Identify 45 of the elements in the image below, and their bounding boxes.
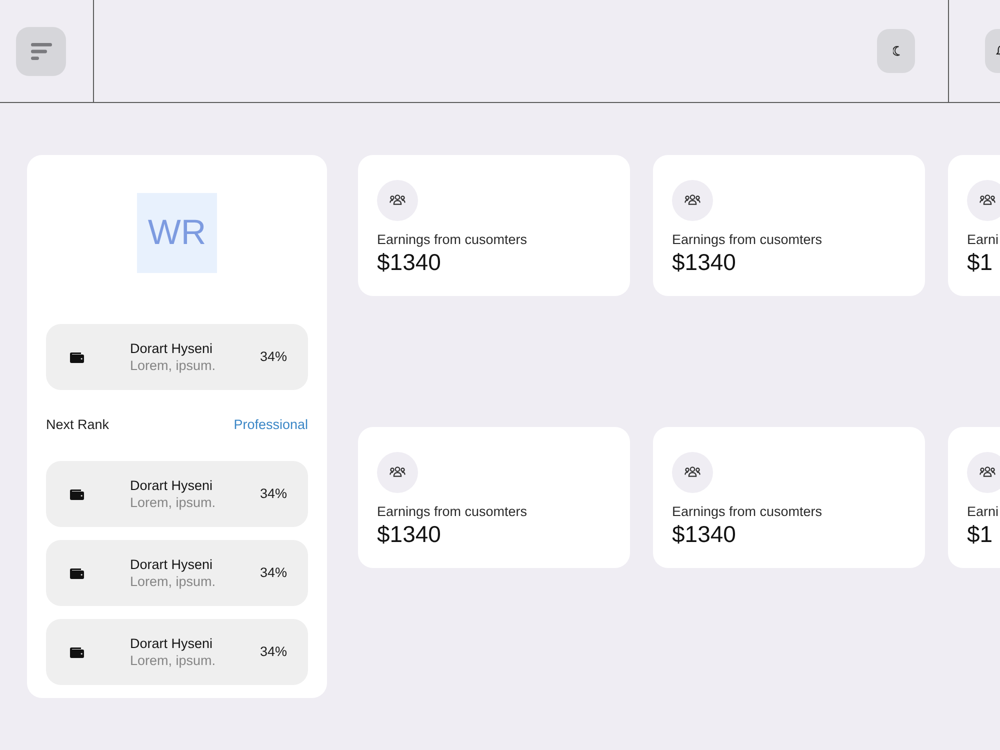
item-percent: 34% [260,564,287,582]
stat-value: $1 [967,521,993,547]
stat-value: $1 [967,249,993,275]
stat-label: Earnings from cusomters [672,232,822,247]
users-icon [967,452,1000,493]
item-name: Dorart Hyseni [130,635,214,652]
item-subtitle: Lorem, ipsum. [130,652,216,669]
rank-link[interactable]: Professional [234,415,308,436]
item-name: Dorart Hyseni [130,556,214,573]
stat-label: Earnings from cusomters [377,504,528,519]
stat-label: Earnings from cusomters [672,504,822,519]
wallet-icon [70,568,84,578]
item-subtitle: Lorem, ipsum. [130,573,216,590]
item-name: Dorart Hyseni [130,477,214,494]
menu-button[interactable] [16,27,66,76]
list-item-card[interactable]: Dorart Hyseni Lorem, ipsum. 34% [46,619,308,685]
list-item-card[interactable]: Dorart Hyseni Lorem, ipsum. 34% [46,461,308,527]
item-subtitle: Lorem, ipsum. [130,357,216,374]
theme-toggle-button[interactable] [877,29,915,73]
item-percent: 34% [260,642,287,661]
users-icon [672,452,713,493]
stat-label: Earni [967,504,999,519]
stat-value: $1340 [672,249,736,275]
initials-avatar: WR [137,193,217,273]
users-icon [377,180,418,221]
item-percent: 34% [260,484,287,503]
wallet-icon [70,488,84,500]
stat-label: Earnings from cusomters [377,232,528,247]
list-item-card[interactable]: Dorart Hyseni Lorem, ipsum. 34% [46,324,308,390]
wallet-icon [70,646,84,658]
stat-value: $1340 [672,521,736,547]
stat-label: Earni [967,232,999,247]
users-icon [672,180,713,221]
item-percent: 34% [260,348,287,366]
stat-value: $1340 [377,249,441,275]
users-icon [377,452,418,493]
stat-value: $1340 [377,521,441,547]
menu-icon [30,43,52,60]
wallet-icon [70,352,84,362]
item-subtitle: Lorem, ipsum. [130,494,216,511]
users-icon [967,180,1000,221]
next-rank-label: Next Rank [46,416,110,434]
moon-icon [892,46,900,56]
item-name: Dorart Hyseni [130,340,214,357]
list-item-card[interactable]: Dorart Hyseni Lorem, ipsum. 34% [46,540,308,606]
